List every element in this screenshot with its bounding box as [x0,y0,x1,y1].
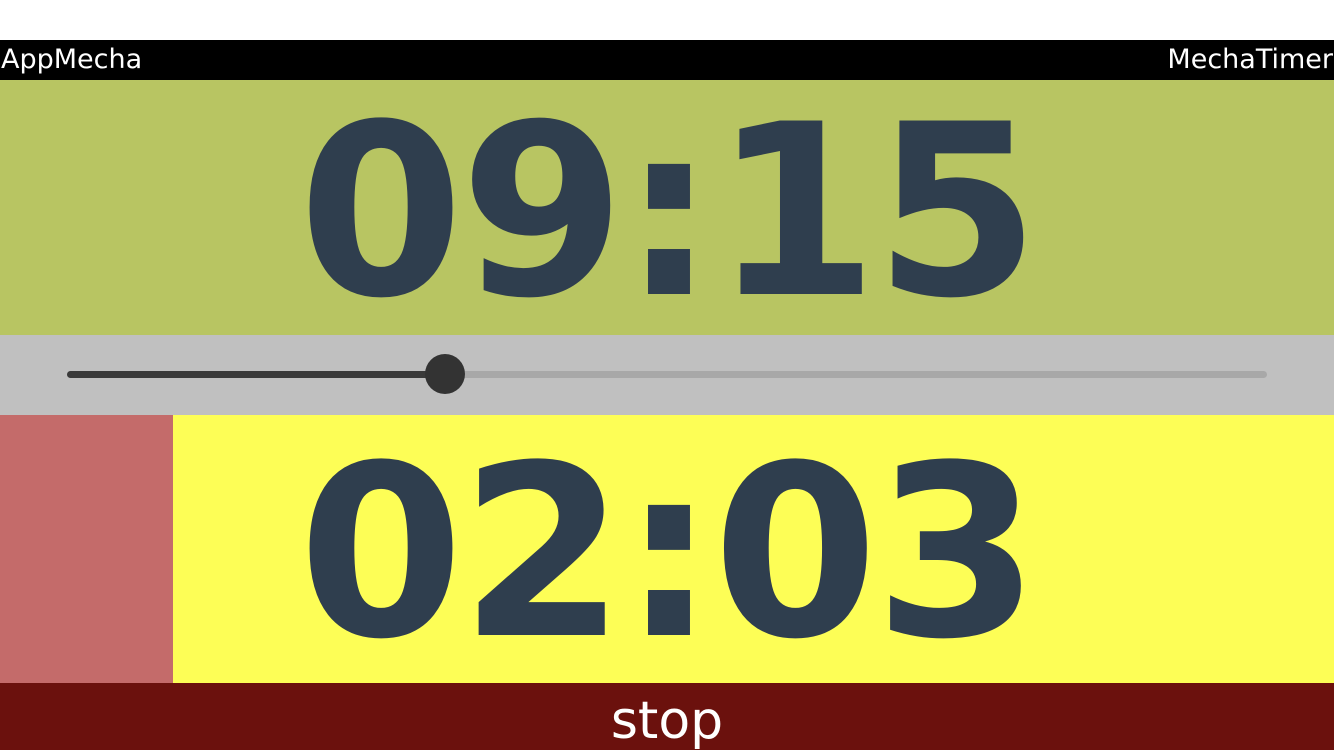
sub-timer-display: 02:03 [298,415,1040,692]
time-slider-fill [67,371,445,378]
stop-button[interactable]: stop [0,683,1334,750]
app-brand-label: AppMecha [1,44,143,75]
sub-timer-panel: 02:03 [0,415,1334,683]
main-timer-panel: 09:15 [0,80,1334,335]
time-slider-thumb[interactable] [425,354,465,394]
main-timer-display: 09:15 [298,74,1040,351]
status-bar-area [0,0,1334,40]
app-title-label: MechaTimer [1167,44,1333,75]
time-slider-track[interactable] [67,371,1267,378]
